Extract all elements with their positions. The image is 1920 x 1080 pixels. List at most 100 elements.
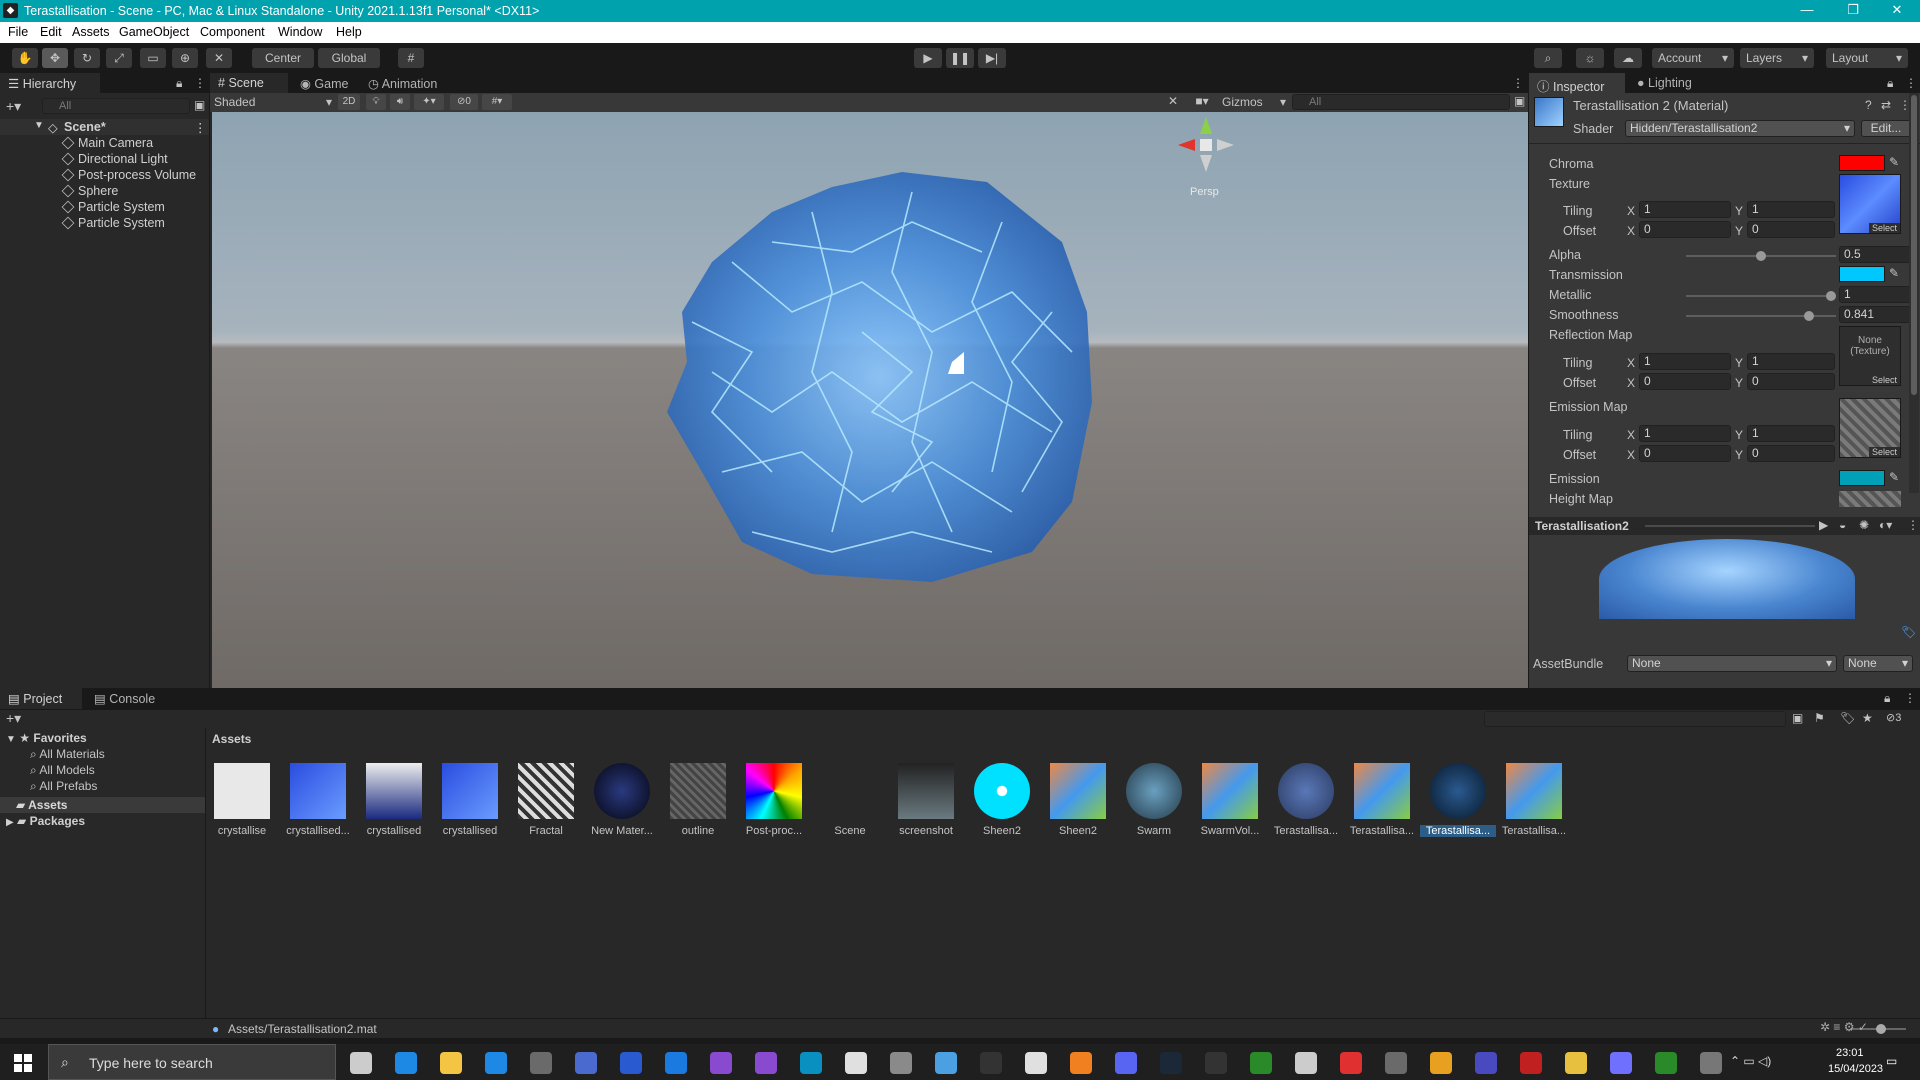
taskbar-app-icon[interactable]: [530, 1052, 552, 1074]
lighting-toggle-icon[interactable]: 💡︎: [366, 94, 386, 110]
metallic-slider[interactable]: [1686, 291, 1836, 301]
chroma-color-swatch[interactable]: [1839, 155, 1885, 171]
taskbar-app-icon[interactable]: [1070, 1052, 1092, 1074]
menu-component[interactable]: Component: [200, 25, 265, 39]
tab-lighting[interactable]: ● Lighting: [1629, 73, 1700, 93]
help-icon[interactable]: ?: [1865, 98, 1872, 112]
menu-assets[interactable]: Assets: [72, 25, 110, 39]
taskbar-app-icon[interactable]: [1565, 1052, 1587, 1074]
tab-hierarchy[interactable]: ☰ Hierarchy: [0, 73, 100, 94]
texture-offset-x[interactable]: 0: [1639, 221, 1731, 238]
taskbar-app-icon[interactable]: [1115, 1052, 1137, 1074]
asset-item[interactable]: Terastallisa...: [1344, 763, 1420, 837]
sphere-preview-icon[interactable]: ◒: [1839, 518, 1846, 532]
shader-edit-button[interactable]: Edit...: [1861, 120, 1911, 137]
metallic-slider-handle[interactable]: [1826, 291, 1836, 301]
taskbar-app-icon[interactable]: [1385, 1052, 1407, 1074]
search-icon[interactable]: ⌕: [1534, 48, 1562, 68]
shader-dropdown[interactable]: Hidden/Terastallisation2 ▾: [1625, 120, 1855, 137]
hierarchy-item[interactable]: Directional Light: [0, 151, 209, 167]
emission-tiling-y[interactable]: 1: [1747, 425, 1835, 442]
smoothness-slider-handle[interactable]: [1803, 311, 1814, 321]
emission-select-button[interactable]: Select: [1868, 447, 1900, 457]
kebab-menu-icon[interactable]: ⋮: [1905, 76, 1917, 90]
asset-item[interactable]: Post-proc...: [736, 763, 812, 837]
menu-file[interactable]: File: [8, 25, 28, 39]
tools-icon[interactable]: ✕: [1164, 94, 1182, 110]
system-tray-icons[interactable]: ⌃ ▭ ◁): [1730, 1054, 1771, 1068]
shading-mode-dropdown[interactable]: Shaded ▾: [214, 95, 332, 110]
reflection-select-button[interactable]: Select: [1868, 375, 1900, 385]
emission-color-swatch[interactable]: [1839, 470, 1885, 486]
tab-inspector[interactable]: ⓘ Inspector: [1529, 73, 1625, 94]
camera-icon[interactable]: ■▾: [1188, 94, 1216, 110]
taskbar-app-icon[interactable]: [1700, 1052, 1722, 1074]
taskbar-app-icon[interactable]: [1430, 1052, 1452, 1074]
eyedropper-icon[interactable]: ✎: [1889, 470, 1899, 484]
rotate-tool-icon[interactable]: ↻: [74, 48, 100, 68]
texture-tiling-x[interactable]: 1: [1639, 201, 1731, 218]
tree-assets-row[interactable]: ▰ Assets: [0, 797, 205, 813]
light-preview-icon[interactable]: ✺: [1859, 518, 1869, 532]
taskbar-app-icon[interactable]: [1025, 1052, 1047, 1074]
taskbar-app-icon[interactable]: [1295, 1052, 1317, 1074]
kebab-menu-icon[interactable]: ⋮: [194, 120, 207, 135]
collab-icon[interactable]: ☼: [1576, 48, 1604, 68]
taskbar-search-input[interactable]: ⌕ Type here to search: [48, 1044, 336, 1080]
texture-select-button[interactable]: Select: [1868, 223, 1900, 233]
tab-game[interactable]: ◉ Game: [292, 73, 356, 93]
emission-offset-x[interactable]: 0: [1639, 445, 1731, 462]
account-dropdown[interactable]: Account ▾: [1652, 48, 1734, 68]
effects-toggle-icon[interactable]: ✦▾: [414, 94, 444, 110]
assetbundle-variant-dropdown[interactable]: None ▾: [1843, 655, 1913, 672]
asset-item[interactable]: Sheen2: [1040, 763, 1116, 837]
star-icon[interactable]: ★: [1862, 711, 1873, 725]
taskbar-app-icon[interactable]: [1250, 1052, 1272, 1074]
taskbar-app-icon[interactable]: [440, 1052, 462, 1074]
reflection-offset-x[interactable]: 0: [1639, 373, 1731, 390]
hand-tool-icon[interactable]: ✋: [12, 48, 38, 68]
asset-item[interactable]: Scene: [812, 763, 888, 837]
grid-toggle-icon[interactable]: #▾: [482, 94, 512, 110]
taskbar-app-icon[interactable]: [620, 1052, 642, 1074]
create-asset-button[interactable]: +▾: [6, 710, 21, 727]
kebab-menu-icon[interactable]: ⋮: [1907, 518, 1919, 532]
rect-tool-icon[interactable]: ▭: [140, 48, 166, 68]
shape-preview-icon[interactable]: ◐▾: [1879, 518, 1892, 532]
hierarchy-search-input[interactable]: All: [42, 98, 190, 114]
windows-start-icon[interactable]: [14, 1054, 32, 1072]
scene-row[interactable]: ▼ ◇ Scene* ⋮: [0, 119, 209, 135]
grid-snap-icon[interactable]: #: [398, 48, 424, 68]
menu-help[interactable]: Help: [336, 25, 362, 39]
hidden-objects-toggle[interactable]: ⊘0: [450, 94, 478, 110]
layers-dropdown[interactable]: Layers ▾: [1740, 48, 1814, 68]
taskbar-app-icon[interactable]: [935, 1052, 957, 1074]
hierarchy-item[interactable]: Particle System: [0, 215, 209, 231]
scene-viewport[interactable]: Persp: [212, 112, 1528, 688]
asset-item[interactable]: Sheen2: [964, 763, 1040, 837]
tag-icon[interactable]: 🏷︎: [1901, 625, 1916, 639]
asset-item[interactable]: New Mater...: [584, 763, 660, 837]
hierarchy-item[interactable]: Main Camera: [0, 135, 209, 151]
toggle-2d-button[interactable]: 2D: [338, 94, 360, 110]
search-filter-icon[interactable]: ▣: [1792, 711, 1803, 725]
step-button[interactable]: ▶|: [978, 48, 1006, 68]
pause-button[interactable]: ❚❚: [946, 48, 974, 68]
custom-tool-icon[interactable]: ✕: [206, 48, 232, 68]
texture-slot[interactable]: Select: [1839, 174, 1901, 234]
asset-item[interactable]: Terastallisa...: [1268, 763, 1344, 837]
kebab-menu-icon[interactable]: ⋮: [1904, 691, 1916, 705]
orientation-gizmo[interactable]: [1178, 117, 1234, 172]
project-search-input[interactable]: [1484, 711, 1786, 727]
taskbar-app-icon[interactable]: [665, 1052, 687, 1074]
asset-item[interactable]: Fractal: [508, 763, 584, 837]
taskbar-app-icon[interactable]: [575, 1052, 597, 1074]
breadcrumb[interactable]: Assets: [212, 732, 251, 746]
type-filter-icon[interactable]: ⚑: [1814, 711, 1825, 725]
search-filter-icon[interactable]: ▣: [194, 98, 205, 112]
emission-map-slot[interactable]: Select: [1839, 398, 1901, 458]
fav-all-materials[interactable]: ⌕ All Materials: [30, 747, 105, 762]
taskbar-app-icon[interactable]: [395, 1052, 417, 1074]
asset-item[interactable]: screenshot: [888, 763, 964, 837]
texture-offset-y[interactable]: 0: [1747, 221, 1835, 238]
